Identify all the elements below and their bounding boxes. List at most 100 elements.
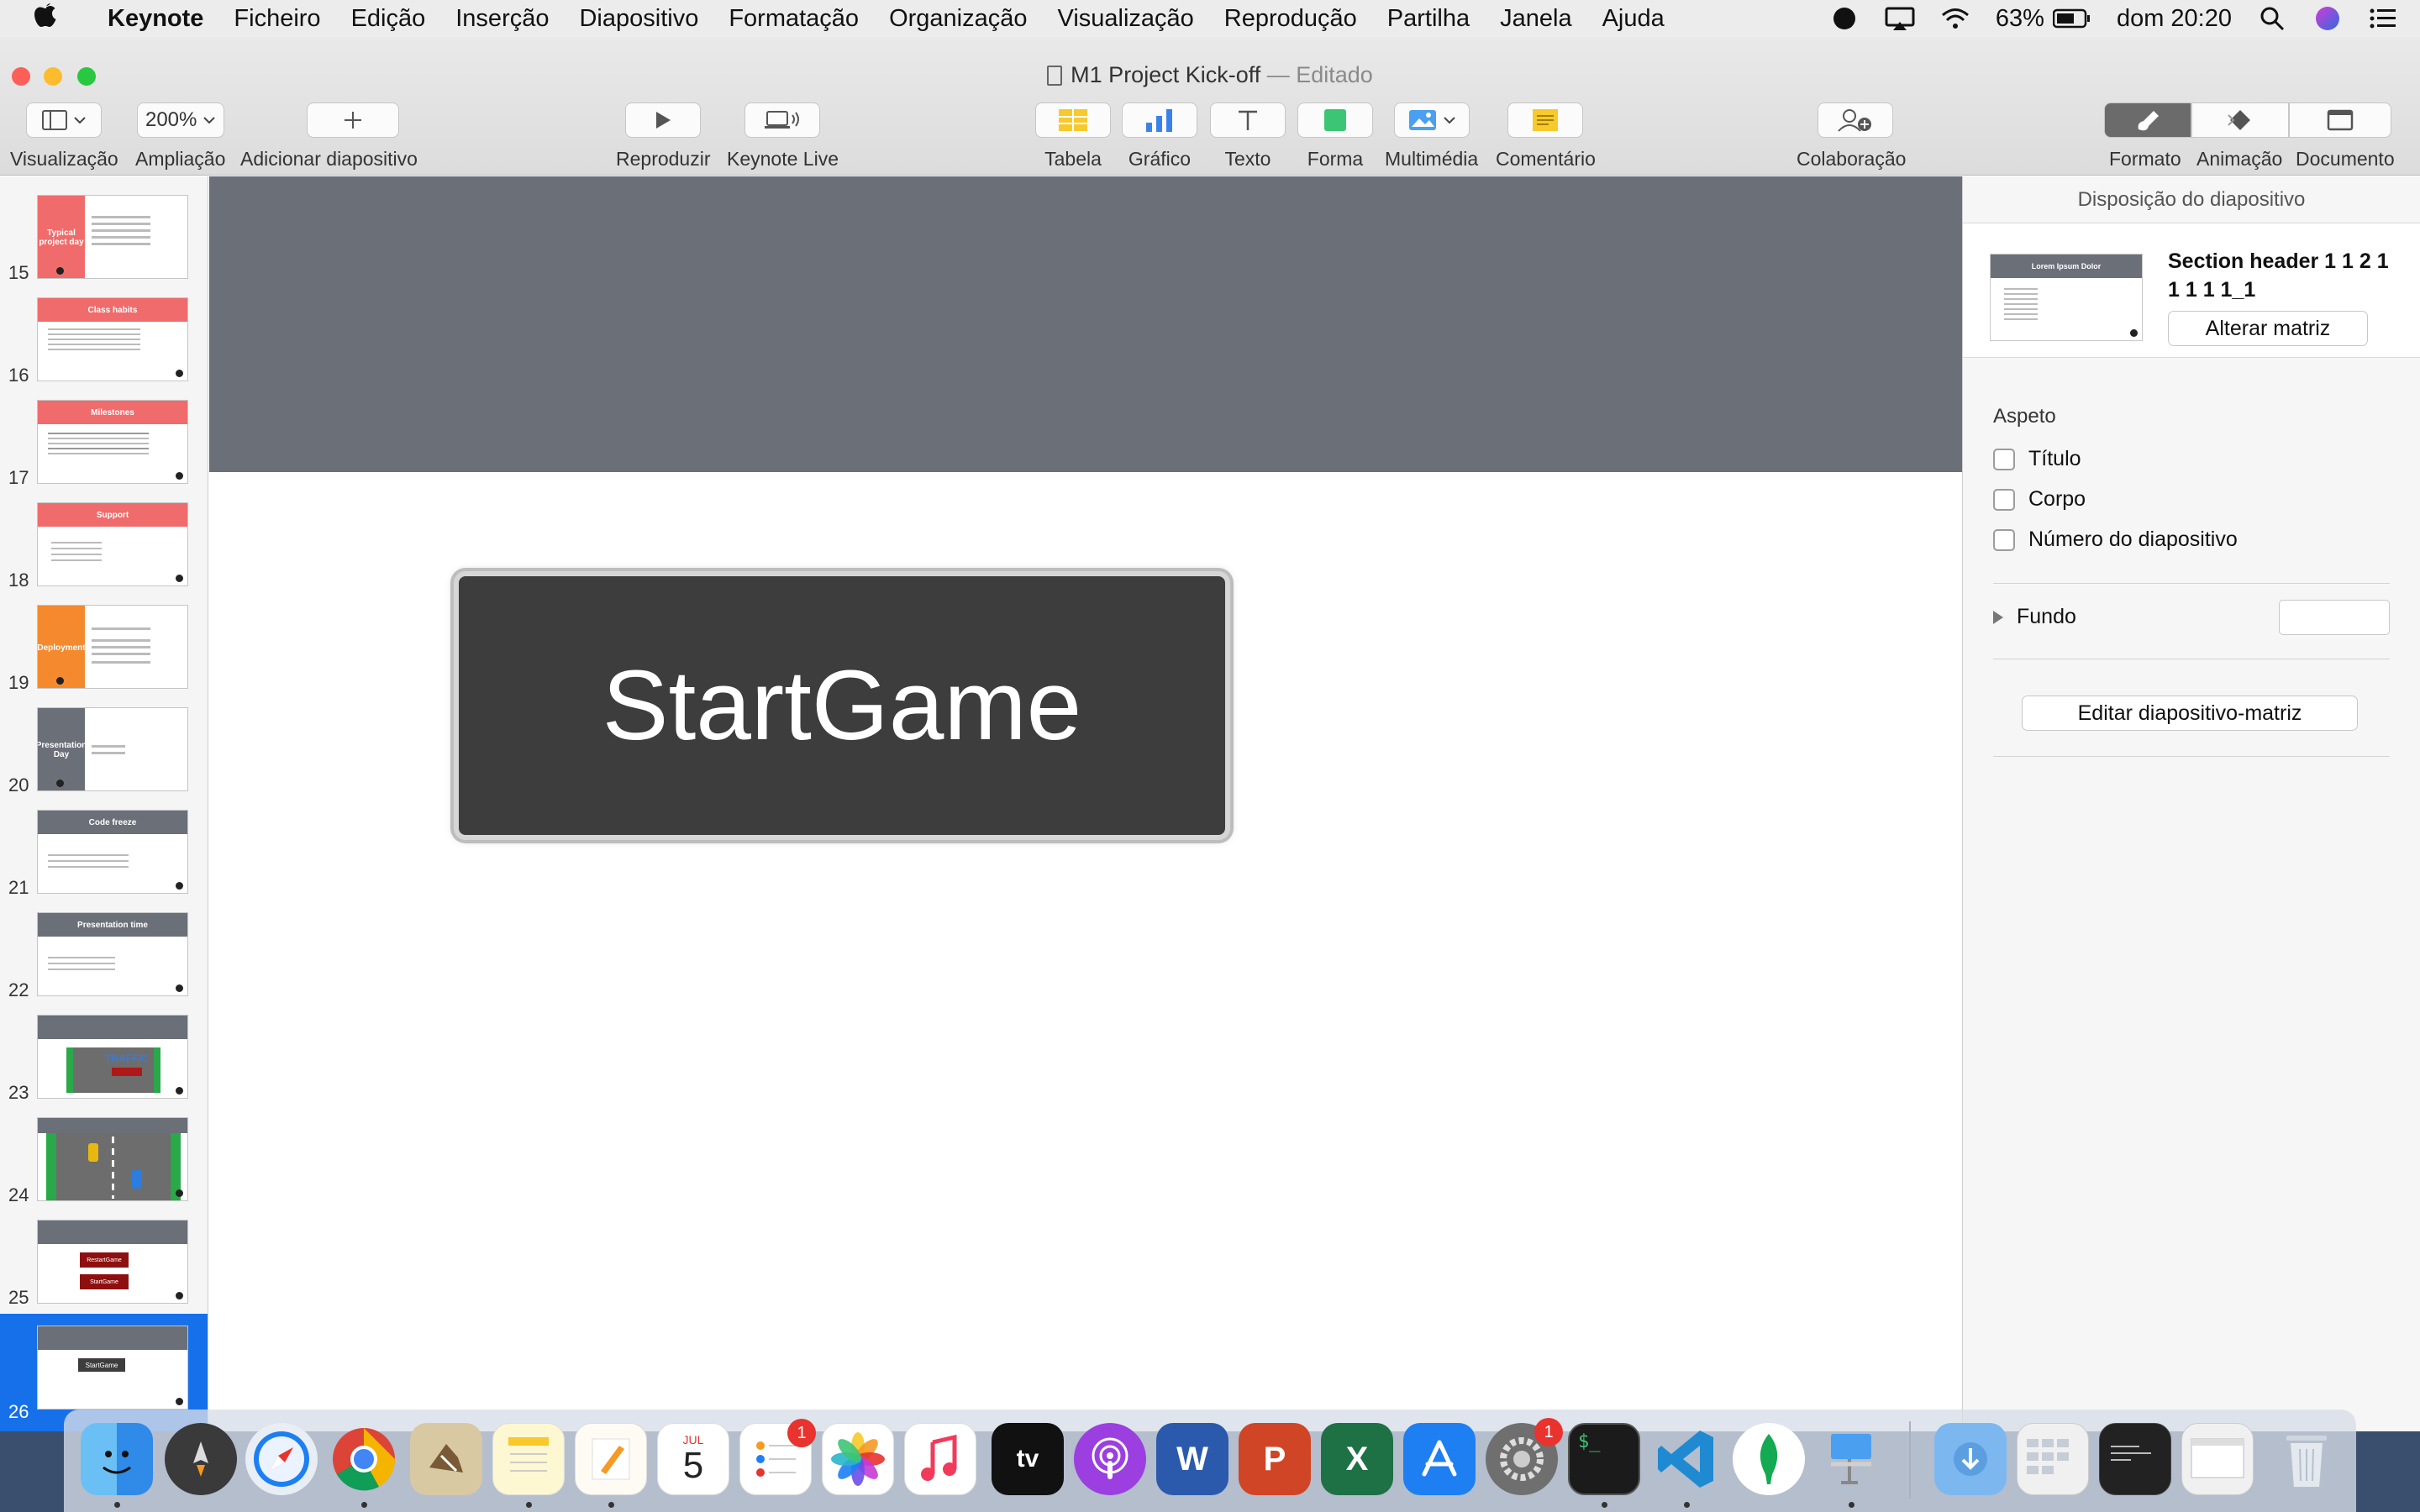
airplay-icon[interactable] xyxy=(1885,6,1915,31)
apple-tv-icon[interactable]: tv xyxy=(992,1423,1064,1495)
animate-tab[interactable] xyxy=(2191,102,2289,138)
music-icon[interactable] xyxy=(904,1423,976,1495)
keynote-icon[interactable] xyxy=(1815,1423,1887,1495)
media-button[interactable]: Multimédia xyxy=(1385,102,1478,171)
excel-icon[interactable]: X xyxy=(1321,1423,1393,1495)
shape-button[interactable]: Forma xyxy=(1297,102,1373,171)
menu-insert[interactable]: Inserção xyxy=(440,5,564,33)
spotlight-search-icon[interactable] xyxy=(2257,6,2287,31)
system-preferences-icon[interactable]: 1 xyxy=(1486,1418,1563,1495)
slide-thumbnail[interactable]: Milestones 17 xyxy=(0,391,208,494)
view-button[interactable]: Visualização xyxy=(10,102,118,171)
window-preview-icon[interactable] xyxy=(2181,1423,2254,1495)
slide-thumbnail[interactable]: Class habits 16 xyxy=(0,289,208,391)
slide-thumbnail[interactable]: Presentation time 22 xyxy=(0,904,208,1006)
safari-icon[interactable] xyxy=(245,1423,318,1495)
slide-thumbnail[interactable]: RestartGame StartGame 25 xyxy=(0,1211,208,1314)
slide-number-checkbox[interactable] xyxy=(1993,528,2015,551)
collaborate-box[interactable] xyxy=(1818,102,1894,138)
edit-master-slide-button[interactable]: Editar diapositivo-matriz xyxy=(2022,696,2358,731)
apple-icon[interactable] xyxy=(0,2,92,35)
chart-button[interactable]: Gráfico xyxy=(1122,102,1197,171)
menu-file[interactable]: Ficheiro xyxy=(218,5,335,33)
drop-icon[interactable] xyxy=(1829,6,1860,31)
media-box[interactable] xyxy=(1393,102,1470,138)
menu-help[interactable]: Ajuda xyxy=(1587,5,1680,33)
menu-format[interactable]: Formatação xyxy=(713,5,874,33)
body-checkbox[interactable] xyxy=(1993,488,2015,511)
reminders-icon[interactable]: 1 xyxy=(739,1419,816,1495)
table-button[interactable]: Tabela xyxy=(1035,102,1111,171)
menu-app-name[interactable]: Keynote xyxy=(92,5,218,33)
slide-thumbnail[interactable]: Deployment 19 xyxy=(0,596,208,699)
title-checkbox[interactable] xyxy=(1993,448,2015,470)
text-button[interactable]: Texto xyxy=(1210,102,1286,171)
trash-icon[interactable] xyxy=(2270,1423,2343,1495)
launchpad-icon[interactable] xyxy=(165,1423,237,1495)
add-slide-box[interactable] xyxy=(307,102,400,138)
notes-icon[interactable] xyxy=(492,1423,565,1495)
terminal-icon[interactable]: $_ xyxy=(1568,1423,1640,1495)
powerpoint-icon[interactable]: P xyxy=(1239,1423,1311,1495)
format-tab[interactable] xyxy=(2104,102,2191,138)
terminal-window-preview-icon[interactable] xyxy=(2099,1423,2171,1495)
background-color-well[interactable] xyxy=(2279,600,2390,635)
menu-window[interactable]: Janela xyxy=(1485,5,1586,33)
podcasts-icon[interactable] xyxy=(1074,1423,1146,1495)
chart-box[interactable] xyxy=(1122,102,1197,138)
menu-slide[interactable]: Diapositivo xyxy=(564,5,713,33)
keynote-live-button[interactable]: Keynote Live xyxy=(727,102,839,171)
mail-icon[interactable] xyxy=(410,1423,482,1495)
menu-view[interactable]: Visualização xyxy=(1043,5,1209,33)
slide-thumbnail[interactable]: Code freeze 21 xyxy=(0,801,208,904)
slide-thumbnail[interactable]: TRAFFIC 23 xyxy=(0,1006,208,1109)
slide-thumbnail[interactable]: Presentation Day 20 xyxy=(0,699,208,801)
zoom-button[interactable]: 200% Ampliação xyxy=(135,102,225,171)
shape-box[interactable] xyxy=(1297,102,1373,138)
play-button[interactable]: Reproduzir xyxy=(616,102,711,171)
app-store-icon[interactable] xyxy=(1403,1423,1476,1495)
notification-center-icon[interactable] xyxy=(2368,6,2398,31)
comment-box[interactable] xyxy=(1507,102,1584,138)
slide-thumbnail[interactable]: Support 18 xyxy=(0,494,208,596)
wifi-icon[interactable] xyxy=(1940,6,1970,31)
pages-icon[interactable] xyxy=(575,1423,647,1495)
add-slide-button[interactable]: Adicionar diapositivo xyxy=(240,102,418,171)
mongodb-icon[interactable] xyxy=(1733,1423,1805,1495)
slide-thumbnail[interactable]: 24 xyxy=(0,1109,208,1211)
collaborate-button[interactable]: Colaboração xyxy=(1797,102,1906,171)
slide-number-checkbox-row[interactable]: Número do diapositivo xyxy=(1993,528,2238,552)
keynote-live-box[interactable] xyxy=(744,102,821,138)
calendar-icon[interactable]: JUL 5 xyxy=(657,1423,729,1495)
downloads-folder-icon[interactable] xyxy=(1934,1423,2007,1495)
battery-status[interactable]: 63% xyxy=(1996,5,2091,33)
chrome-icon[interactable] xyxy=(328,1423,400,1495)
document-tab[interactable] xyxy=(2289,102,2391,138)
slide-thumbnail[interactable]: Typical project day 15 xyxy=(0,186,208,289)
layout-thumbnail[interactable]: Lorem Ipsum Dolor xyxy=(1990,254,2143,341)
background-disclosure[interactable]: Fundo xyxy=(1991,605,2076,629)
play-box[interactable] xyxy=(625,102,702,138)
siri-icon[interactable] xyxy=(2312,6,2343,31)
start-game-image[interactable]: StartGame xyxy=(454,571,1230,840)
finder-icon[interactable] xyxy=(81,1423,153,1495)
view-menu-box[interactable] xyxy=(26,102,103,138)
table-box[interactable] xyxy=(1035,102,1111,138)
photos-icon[interactable] xyxy=(822,1423,894,1495)
body-checkbox-row[interactable]: Corpo xyxy=(1993,487,2086,512)
title-checkbox-row[interactable]: Título xyxy=(1993,447,2081,471)
screenshots-stack-icon[interactable] xyxy=(2017,1423,2089,1495)
word-icon[interactable]: W xyxy=(1156,1423,1228,1495)
change-master-button[interactable]: Alterar matriz xyxy=(2168,311,2368,346)
slide-canvas[interactable]: StartGame xyxy=(209,176,1962,1431)
menu-arrange[interactable]: Organização xyxy=(874,5,1042,33)
menu-edit[interactable]: Edição xyxy=(336,5,441,33)
vscode-icon[interactable] xyxy=(1650,1423,1723,1495)
zoom-select[interactable]: 200% xyxy=(136,102,224,138)
slide-thumbnail[interactable]: 14 xyxy=(0,176,208,185)
clock[interactable]: dom 20:20 xyxy=(2117,5,2232,33)
text-box[interactable] xyxy=(1210,102,1286,138)
comment-button[interactable]: Comentário xyxy=(1496,102,1596,171)
menu-play[interactable]: Reprodução xyxy=(1209,5,1372,33)
menu-share[interactable]: Partilha xyxy=(1372,5,1485,33)
